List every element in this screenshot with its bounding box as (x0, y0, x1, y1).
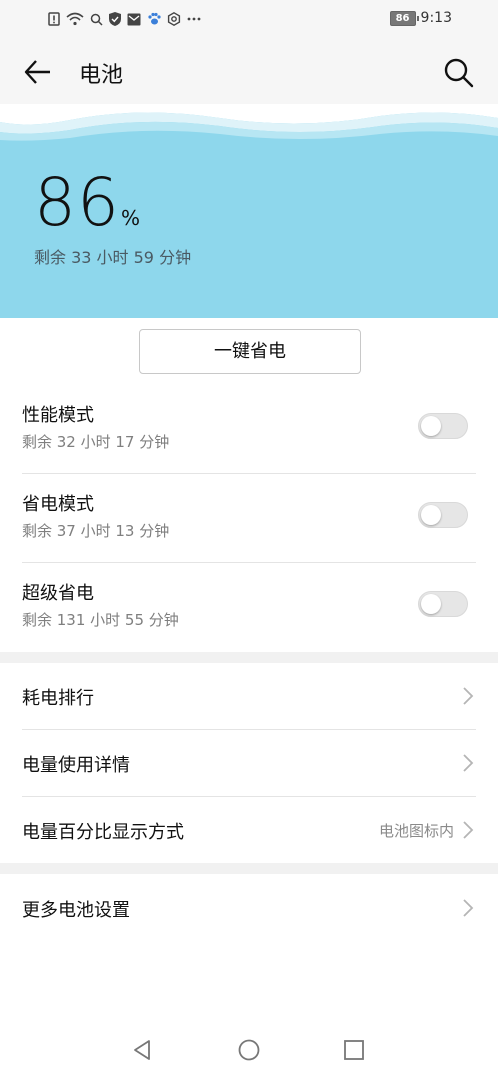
battery-percentage: 86 (34, 164, 120, 241)
nav-title: 电量百分比显示方式 (22, 822, 184, 843)
clock: 9:13 (420, 10, 452, 26)
search-icon (90, 13, 103, 26)
chevron-right-icon (463, 687, 474, 705)
power-saving-mode-switch[interactable] (418, 502, 468, 528)
mode-title: 省电模式 (22, 494, 94, 515)
nav-value: 电池图标内 (378, 822, 454, 840)
power-usage-details-row[interactable]: 电量使用详情 (22, 730, 476, 796)
chevron-right-icon (463, 821, 474, 839)
remaining-time: 剩余 33 小时 59 分钟 (34, 248, 192, 267)
app-bar: 电池 (0, 38, 498, 104)
search-icon (444, 58, 474, 88)
recents-square-icon[interactable] (342, 1038, 366, 1062)
section-separator (0, 652, 498, 663)
chevron-right-icon (463, 754, 474, 772)
mail-icon (127, 13, 141, 25)
alert-icon (48, 12, 60, 26)
status-bar: 86 9:13 (0, 0, 498, 38)
power-saving-mode-row: 省电模式 剩余 37 小时 13 分钟 (22, 474, 476, 563)
page-title: 电池 (79, 63, 124, 88)
section-separator (0, 863, 498, 874)
battery-summary: 86 % 剩余 33 小时 59 分钟 (0, 104, 498, 318)
status-right: 86 9:13 (389, 10, 452, 26)
nav-title: 耗电排行 (22, 688, 94, 709)
back-triangle-icon[interactable] (130, 1038, 154, 1062)
mode-remaining: 剩余 32 小时 17 分钟 (22, 433, 170, 451)
switch-knob (421, 416, 441, 436)
ultra-power-saving-row: 超级省电 剩余 131 小时 55 分钟 (22, 563, 476, 652)
power-consumption-ranking-row[interactable]: 耗电排行 (22, 663, 476, 729)
nav-title: 电量使用详情 (22, 755, 130, 776)
mode-title: 性能模式 (22, 405, 94, 426)
nav-title: 更多电池设置 (22, 900, 130, 921)
ultra-power-saving-switch[interactable] (418, 591, 468, 617)
more-battery-settings-row[interactable]: 更多电池设置 (22, 875, 476, 941)
system-navigation-bar (0, 1020, 498, 1080)
mode-title: 超级省电 (22, 583, 94, 604)
mode-remaining: 剩余 131 小时 55 分钟 (22, 611, 179, 629)
back-button[interactable] (20, 54, 56, 90)
mode-remaining: 剩余 37 小时 13 分钟 (22, 522, 170, 540)
settings-icon (167, 12, 181, 26)
wave-decoration (0, 104, 498, 141)
paw-icon (148, 12, 161, 25)
battery-percentage-display-row[interactable]: 电量百分比显示方式 电池图标内 (22, 797, 476, 863)
percent-sign: % (121, 206, 141, 230)
performance-mode-switch[interactable] (418, 413, 468, 439)
switch-knob (421, 505, 441, 525)
search-button[interactable] (440, 54, 476, 90)
status-icons (48, 11, 201, 27)
performance-mode-row: 性能模式 剩余 32 小时 17 分钟 (22, 385, 476, 474)
wifi-icon (66, 12, 84, 26)
switch-knob (421, 594, 441, 614)
shield-icon (109, 12, 121, 26)
one-key-save-button[interactable]: 一键省电 (139, 329, 361, 374)
home-circle-icon[interactable] (237, 1038, 261, 1062)
battery-indicator: 86 (389, 10, 419, 26)
arrow-left-icon (24, 60, 50, 84)
chevron-right-icon (463, 899, 474, 917)
more-icon (187, 17, 201, 21)
